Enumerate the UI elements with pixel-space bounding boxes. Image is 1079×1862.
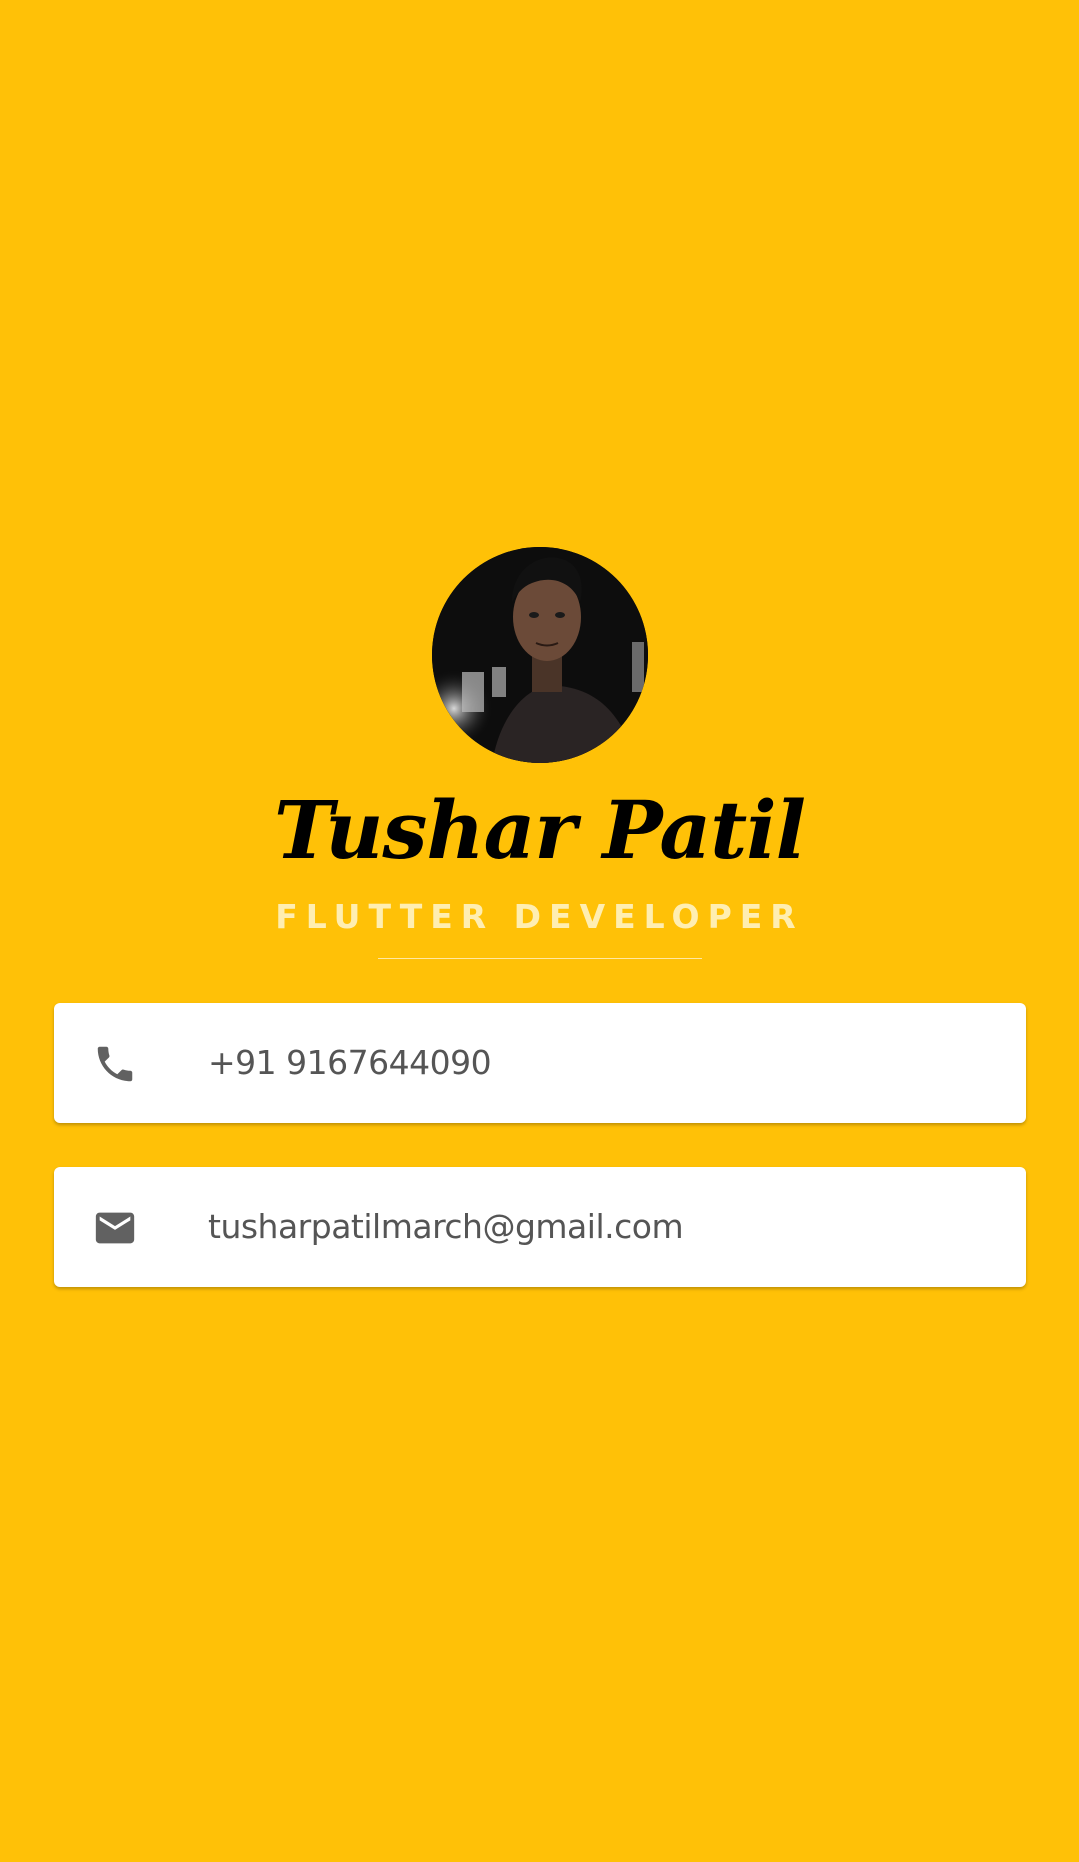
avatar: [432, 547, 648, 763]
phone-number: +91 9167644090: [208, 1043, 492, 1082]
business-card-screen: Tushar Patil FLUTTER DEVELOPER +91 91676…: [0, 0, 1079, 1862]
email-card[interactable]: tusharpatilmarch@gmail.com: [54, 1167, 1026, 1287]
email-address: tusharpatilmarch@gmail.com: [208, 1207, 684, 1246]
divider: [378, 958, 702, 959]
profile-name: Tushar Patil: [274, 783, 806, 877]
mail-icon: [92, 1205, 138, 1251]
phone-icon: [92, 1041, 138, 1087]
profile-photo: [432, 547, 648, 763]
profile-title: FLUTTER DEVELOPER: [275, 897, 804, 936]
phone-card[interactable]: +91 9167644090: [54, 1003, 1026, 1123]
